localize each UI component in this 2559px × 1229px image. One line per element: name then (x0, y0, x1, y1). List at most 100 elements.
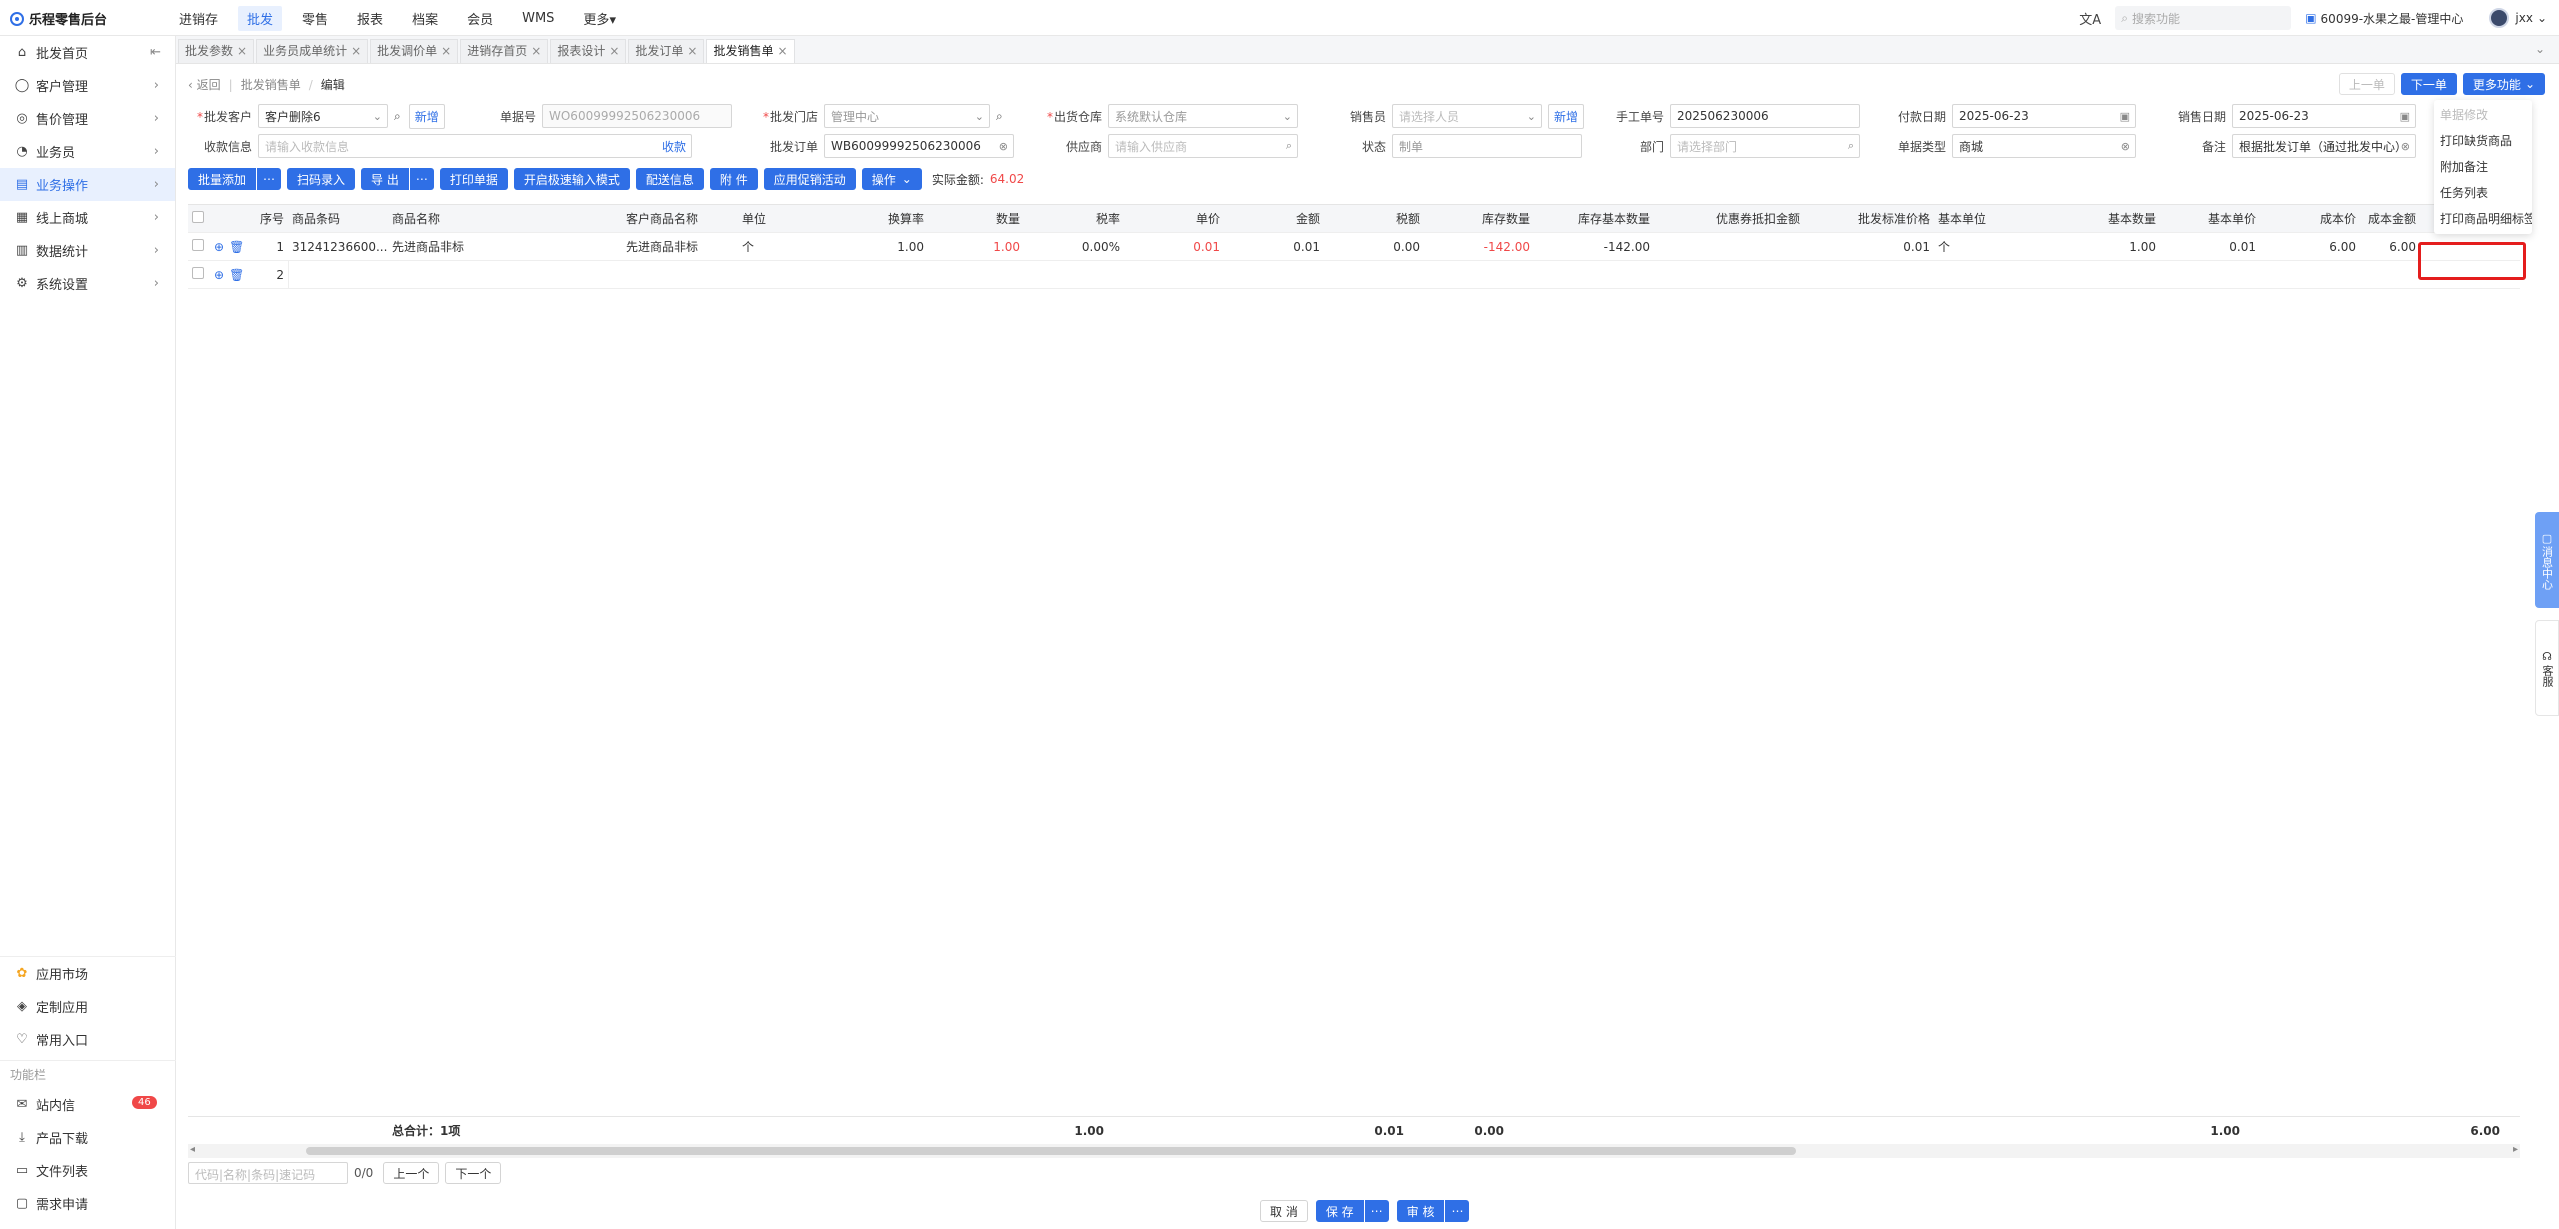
delete-icon[interactable]: 🗑 (229, 240, 244, 254)
tab-inventory-home[interactable]: 进销存首页 × (460, 39, 549, 63)
search-icon[interactable]: ⌕ (996, 109, 1003, 124)
topnav-wholesale[interactable]: 批发 (238, 5, 283, 31)
header-unit[interactable]: 单位 (738, 210, 818, 227)
supplier-input[interactable]: 请输入供应商 ⌕ (1108, 134, 1298, 158)
customer-new-link[interactable]: 新增 (408, 103, 445, 129)
save-button[interactable]: 保 存 (1315, 1200, 1364, 1222)
header-base-price[interactable]: 基本单价 (2160, 210, 2260, 227)
sale-date-picker[interactable]: 2025-06-23 ▣ (2232, 104, 2416, 128)
tab-report-design[interactable]: 报表设计 × (550, 39, 627, 63)
header-base-qty[interactable]: 基本数量 (2060, 210, 2160, 227)
audit-button[interactable]: 审 核 (1396, 1200, 1445, 1222)
back-link[interactable]: ‹ 返回 (188, 76, 221, 93)
tab-price-adjust[interactable]: 批发调价单 × (370, 39, 459, 63)
menu-item-print-labels[interactable]: 打印商品明细标签 (2434, 206, 2532, 232)
add-row-icon[interactable]: ⊕ (214, 240, 224, 254)
clear-icon[interactable]: ⊗ (2121, 140, 2130, 153)
new-row-input[interactable] (288, 260, 588, 289)
tabs-more-icon[interactable]: ⌄ (2535, 42, 2545, 56)
export-button[interactable]: 导 出 (361, 168, 409, 190)
apply-promo-button[interactable]: 应用促销活动 (763, 168, 856, 190)
sidebar-item-messages[interactable]: ✉ 站内信 46 (0, 1088, 176, 1121)
sidebar-item-pricing[interactable]: ◎ 售价管理 › (0, 102, 175, 135)
receipt-button[interactable]: 收款 (662, 138, 686, 155)
clear-icon[interactable]: ⊗ (2401, 140, 2410, 153)
batch-add-button[interactable]: 批量添加 (188, 168, 257, 190)
tab-wholesale-params[interactable]: 批发参数 × (178, 39, 255, 63)
row-checkbox[interactable] (192, 239, 204, 251)
breadcrumb-parent[interactable]: 批发销售单 (241, 76, 301, 93)
tab-salesman-stats[interactable]: 业务员成单统计 × (256, 39, 369, 63)
manual-no-input[interactable]: 202506230006 (1670, 104, 1860, 128)
doc-type-select[interactable]: 商城 ⊗ (1952, 134, 2136, 158)
close-icon[interactable]: × (609, 44, 619, 58)
close-icon[interactable]: × (351, 44, 361, 58)
select-all-checkbox[interactable] (192, 211, 204, 223)
header-qty[interactable]: 数量 (928, 210, 1024, 227)
scan-input-button[interactable]: 扫码录入 (287, 168, 356, 190)
scroll-right-icon[interactable]: ▸ (2513, 1144, 2518, 1155)
wholesale-order-field[interactable]: WB60099992506230006 ⊗ (824, 134, 1014, 158)
table-row[interactable]: ⊕ 🗑 2 (188, 260, 2520, 289)
tab-wholesale-sales[interactable]: 批发销售单 × (706, 39, 795, 63)
menu-item-print-shortage[interactable]: 打印缺货商品 (2434, 128, 2532, 154)
header-name[interactable]: 商品名称 (388, 210, 622, 227)
customer-service-panel[interactable]: ☊ 客服 (2535, 620, 2559, 716)
message-center-panel[interactable]: ▢ 消息中心 (2535, 512, 2559, 608)
store-selector[interactable]: ▣ 60099-水果之最-管理中心 (2305, 10, 2463, 27)
close-icon[interactable]: × (441, 44, 451, 58)
operations-button[interactable]: 操作 ⌄ (861, 168, 922, 190)
print-doc-button[interactable]: 打印单据 (439, 168, 508, 190)
header-std-price[interactable]: 批发标准价格 (1804, 210, 1934, 227)
close-icon[interactable]: × (687, 44, 697, 58)
menu-item-add-remark[interactable]: 附加备注 (2434, 154, 2532, 180)
more-functions-button[interactable]: 更多功能 ⌄ (2462, 73, 2545, 95)
customer-select[interactable]: 客户删除6 ⌄ (258, 104, 388, 128)
salesman-select[interactable]: 请选择人员 ⌄ (1392, 104, 1542, 128)
sidebar-item-online-mall[interactable]: ▦ 线上商城 › (0, 201, 175, 234)
delivery-info-button[interactable]: 配送信息 (635, 168, 704, 190)
delete-icon[interactable]: 🗑 (229, 268, 244, 282)
menu-item-edit-doc[interactable]: 单据修改 (2434, 102, 2532, 128)
topnav-member[interactable]: 会员 (458, 6, 502, 31)
cancel-button[interactable]: 取 消 (1260, 1200, 1308, 1222)
prev-doc-button[interactable]: 上一单 (2338, 73, 2395, 95)
save-more-icon[interactable]: ⋯ (1364, 1200, 1389, 1222)
sidebar-item-requests[interactable]: ▢ 需求申请 (0, 1187, 176, 1220)
audit-more-icon[interactable]: ⋯ (1445, 1200, 1470, 1222)
translate-icon[interactable]: 文A (2079, 9, 2101, 28)
tab-wholesale-order[interactable]: 批发订单 × (628, 39, 705, 63)
row-checkbox[interactable] (192, 267, 204, 279)
user-menu[interactable]: jxx ⌄ (2489, 8, 2547, 28)
menu-item-task-list[interactable]: 任务列表 (2434, 180, 2532, 206)
close-icon[interactable]: × (777, 44, 787, 58)
sidebar-item-salesman[interactable]: ◔ 业务员 › (0, 135, 175, 168)
prev-match-button[interactable]: 上一个 (383, 1162, 440, 1184)
collapse-icon[interactable]: ⇤ (150, 45, 161, 60)
header-cost[interactable]: 成本价 (2260, 210, 2360, 227)
sidebar-item-files[interactable]: ▭ 文件列表 (0, 1154, 176, 1187)
sidebar-item-custom-app[interactable]: ◈ 定制应用 (0, 990, 176, 1023)
header-rate[interactable]: 换算率 (818, 210, 928, 227)
quick-input-button[interactable]: 开启极速输入模式 (513, 168, 630, 190)
header-base-unit[interactable]: 基本单位 (1934, 210, 2060, 227)
close-icon[interactable]: × (531, 44, 541, 58)
remark-input[interactable]: 根据批发订单（通过批发中心） ⊗ (2232, 134, 2416, 158)
search-input[interactable]: ⌕ 搜索功能 (2115, 6, 2292, 30)
locate-input[interactable]: 代码|名称|条码|速记码 (188, 1162, 348, 1184)
header-price[interactable]: 单价 (1124, 210, 1224, 227)
search-icon[interactable]: ⌕ (394, 109, 401, 124)
sidebar-item-customers[interactable]: ◯ 客户管理 › (0, 69, 175, 102)
next-doc-button[interactable]: 下一单 (2400, 73, 2457, 95)
batch-add-more-icon[interactable]: ⋯ (257, 168, 282, 190)
topnav-more[interactable]: 更多▾ (574, 6, 625, 31)
header-cost-amount[interactable]: 成本金额 (2360, 210, 2420, 227)
header-coupon[interactable]: 优惠券抵扣金额 (1654, 210, 1804, 227)
sidebar-item-favorites[interactable]: ♡ 常用入口 (0, 1023, 176, 1056)
export-more-icon[interactable]: ⋯ (409, 168, 434, 190)
attachment-button[interactable]: 附 件 (709, 168, 758, 190)
topnav-wms[interactable]: WMS (513, 8, 563, 29)
sidebar-item-download[interactable]: ⤓ 产品下载 (0, 1121, 176, 1154)
header-tax-amount[interactable]: 税额 (1324, 210, 1424, 227)
sidebar-item-settings[interactable]: ⚙ 系统设置 › (0, 267, 175, 300)
